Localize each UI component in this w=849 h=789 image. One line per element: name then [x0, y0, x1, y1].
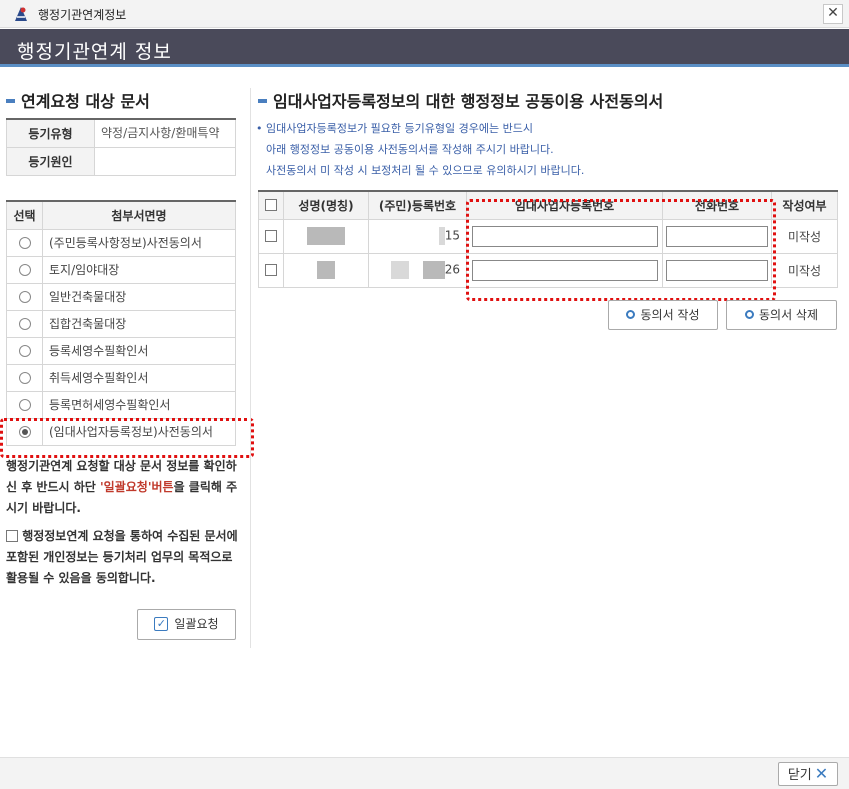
column-header-status: 작성여부 — [771, 190, 838, 220]
column-header-select: 선택 — [6, 200, 43, 230]
guide-line: • 임대사업자등록정보가 필요한 등기유형일 경우에는 반드시 — [256, 122, 533, 135]
left-section-title: 연계요청 대상 문서 — [6, 88, 150, 112]
select-cell — [6, 282, 43, 311]
list-item[interactable]: 등록면허세영수필확인서 — [6, 390, 236, 419]
info-label: 등기유형 — [6, 118, 95, 148]
redacted-name — [317, 261, 335, 279]
doc-radio[interactable] — [18, 318, 31, 330]
close-icon: ✕ — [827, 5, 839, 21]
notice-highlight: '일괄요청'버튼 — [100, 480, 174, 494]
panel-divider — [250, 88, 251, 648]
info-value: 약정/금지사항/환매특약 — [94, 118, 236, 148]
window-title: 행정기관연계정보 — [38, 8, 127, 22]
reg-no-cell: 15 — [368, 218, 467, 254]
bulk-request-button[interactable]: ✓ 일괄요청 — [137, 609, 236, 640]
doc-name: 집합건축물대장 — [42, 309, 236, 338]
table-row: 등기원인 — [6, 146, 236, 176]
doc-radio[interactable] — [18, 291, 31, 303]
doc-radio[interactable] — [18, 345, 31, 357]
guide-line: 아래 행정정보 공동이용 사전동의서를 작성해 주시기 바랍니다. — [266, 143, 554, 156]
write-consent-button[interactable]: 동의서 작성 — [608, 300, 718, 330]
info-label: 등기원인 — [6, 146, 95, 176]
window-titlebar: 행정기관연계정보 ✕ — [0, 0, 849, 28]
section-bullet-icon — [258, 98, 267, 103]
page-header: 행정기관연계 정보 — [0, 29, 849, 67]
list-item[interactable]: (주민등록사항정보)사전동의서 — [6, 228, 236, 257]
reg-no-cell: 26 — [368, 252, 467, 288]
column-header-reg-no: (주민)등록번호 — [368, 190, 467, 220]
delete-consent-button[interactable]: 동의서 삭제 — [726, 300, 837, 330]
row-checkbox[interactable] — [265, 263, 277, 276]
doc-name: 취득세영수필확인서 — [42, 363, 236, 392]
document-info-table: 등기유형 약정/금지사항/환매특약 등기원인 — [6, 118, 236, 176]
close-icon: ✕ — [814, 764, 829, 783]
doc-radio[interactable] — [18, 372, 31, 384]
doc-radio[interactable] — [18, 399, 31, 411]
circle-bullet-icon — [744, 310, 754, 319]
check-icon: ✓ — [154, 616, 169, 631]
info-value — [94, 146, 236, 176]
name-cell — [283, 218, 369, 254]
redacted-reg-no — [422, 261, 445, 279]
app-logo-icon — [15, 7, 27, 21]
select-cell — [6, 255, 43, 284]
circle-bullet-icon — [626, 310, 636, 319]
status-cell: 미작성 — [771, 218, 838, 254]
doc-name: (주민등록사항정보)사전동의서 — [42, 228, 236, 257]
doc-name: 토지/임야대장 — [42, 255, 236, 284]
select-cell — [6, 390, 43, 419]
select-cell — [6, 363, 43, 392]
doc-name: 등록면허세영수필확인서 — [42, 390, 236, 419]
consent-block: 행정정보연계 요청을 통하여 수집된 문서에 포함된 개인정보는 등기처리 업무… — [6, 526, 242, 589]
list-item[interactable]: 일반건축물대장 — [6, 282, 236, 311]
list-item[interactable]: 집합건축물대장 — [6, 309, 236, 338]
doc-radio[interactable] — [18, 264, 31, 276]
status-cell: 미작성 — [771, 252, 838, 288]
consent-checkbox[interactable] — [6, 529, 18, 542]
footer-bar — [0, 757, 849, 789]
redacted-name — [307, 227, 345, 245]
highlight-box-input-columns — [466, 199, 776, 301]
guide-text: • 임대사업자등록정보가 필요한 등기유형일 경우에는 반드시 아래 행정정보 … — [256, 118, 584, 181]
select-all-checkbox[interactable] — [265, 198, 277, 211]
request-notice: 행정기관연계 요청할 대상 문서 정보를 확인하신 후 반드시 하단 '일괄요청… — [6, 459, 238, 515]
page-title: 행정기관연계 정보 — [17, 41, 172, 63]
table-row: 등기유형 약정/금지사항/환매특약 — [6, 118, 236, 148]
highlight-box-selected-doc — [0, 418, 254, 458]
list-item[interactable]: 토지/임야대장 — [6, 255, 236, 284]
section-bullet-icon — [6, 98, 15, 103]
attachment-doc-table: 선택 첨부서면명 (주민등록사항정보)사전동의서 토지/임야대장 일반건축물대장 집합… — [6, 200, 236, 446]
name-cell — [283, 252, 369, 288]
select-all-cell — [258, 190, 284, 220]
right-section-title: 임대사업자등록정보의 대한 행정정보 공동이용 사전동의서 — [258, 88, 663, 112]
window-close-button[interactable]: ✕ — [823, 4, 843, 24]
column-header-name: 성명(명칭) — [283, 190, 369, 220]
select-cell — [6, 228, 43, 257]
close-button[interactable]: 닫기 ✕ — [778, 762, 838, 786]
column-header-doc-name: 첨부서면명 — [42, 200, 236, 230]
row-checkbox[interactable] — [265, 229, 277, 242]
doc-radio[interactable] — [18, 237, 31, 249]
list-item[interactable]: 등록세영수필확인서 — [6, 336, 236, 365]
select-cell — [6, 336, 43, 365]
list-item[interactable]: 취득세영수필확인서 — [6, 363, 236, 392]
consent-text: 행정정보연계 요청을 통하여 수집된 문서에 포함된 개인정보는 등기처리 업무… — [6, 529, 238, 585]
select-cell — [6, 309, 43, 338]
doc-name: 일반건축물대장 — [42, 282, 236, 311]
redacted-reg-no — [390, 261, 409, 279]
doc-name: 등록세영수필확인서 — [42, 336, 236, 365]
guide-line: 사전동의서 미 작성 시 보정처리 될 수 있으므로 유의하시기 바랍니다. — [266, 164, 585, 177]
